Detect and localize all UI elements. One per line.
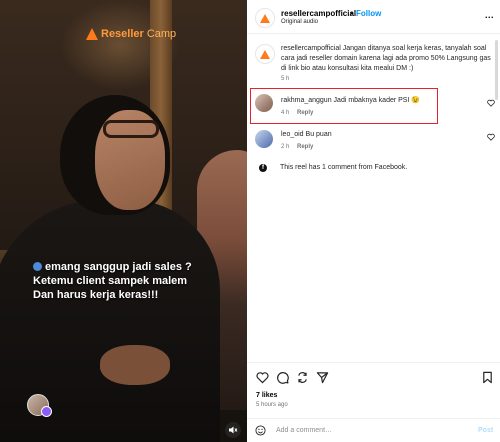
video-caption: emang sanggup jadi sales ? Ketemu client… [33,260,233,302]
emoji-icon[interactable] [255,425,266,436]
comments-panel: resellercampofficial • Follow Original a… [247,0,500,442]
more-options-button[interactable]: ... [485,10,494,20]
comment-username[interactable]: leo_oid [281,131,304,138]
comment-time: 2 h [281,144,290,150]
comment-meta: 2 h Reply [281,144,313,150]
heart-icon[interactable] [256,371,269,384]
caption-line-1: emang sanggup jadi sales ? [33,260,233,274]
facebook-comments-note[interactable]: This reel has 1 comment from Facebook. [280,164,407,171]
highlight-box [250,88,438,124]
likes-count[interactable]: 7 likes [256,392,277,399]
comment-time: 4 h [281,110,290,116]
brand-name: Reseller [101,28,144,40]
comment-avatar[interactable] [255,44,275,64]
video-brand-watermark: Reseller Camp [86,28,176,40]
facebook-icon: f [259,164,267,172]
caption-dot-icon [33,262,42,271]
comment-body: leo_oid Bu puan [281,130,441,140]
caption-line-2: Ketemu client sampek malem [33,275,188,287]
comment-avatar[interactable] [255,130,273,148]
mute-button[interactable] [225,422,241,438]
speaker-muted-icon [229,426,238,434]
reel-video[interactable]: Reseller Camp emang sanggup jadi sales ?… [0,0,247,442]
comment-username[interactable]: resellercampofficial [281,45,341,52]
comment-body: resellercampofficial Jangan ditanya soal… [281,44,491,74]
like-comment-heart-icon[interactable] [487,99,495,107]
comment-meta: 5 h [281,76,289,82]
person-glasses [103,120,159,138]
comment-avatar[interactable] [255,94,273,112]
audio-label[interactable]: Original audio [281,19,318,25]
comment-text: Bu puan [305,131,332,138]
like-comment-heart-icon[interactable] [487,133,495,141]
post-header: resellercampofficial • Follow Original a… [247,0,500,34]
comment-input[interactable]: Add a comment… [276,427,332,434]
author-username[interactable]: resellercampofficial [281,9,356,18]
person-hand [100,345,170,385]
add-comment-bar: Add a comment… Post [247,418,500,442]
header-separator: • [350,9,353,18]
follow-button[interactable]: Follow [356,9,381,18]
comment-meta: 4 h Reply [281,110,313,116]
post-time-ago: 5 hours ago [256,402,288,408]
send-icon[interactable] [316,371,329,384]
reply-button[interactable]: Reply [297,144,313,150]
bookmark-icon[interactable] [481,371,494,384]
comment-body: rakhma_anggun Jadi mbaknya kader PSI 😉 [281,96,441,106]
action-bar [247,362,500,390]
brand-logo-icon [86,28,98,40]
brand-suffix: Camp [146,28,177,40]
post-button[interactable]: Post [478,427,493,434]
audio-badge-icon[interactable] [41,406,52,417]
caption-line-3: Dan harus kerja keras!!! [33,289,159,301]
brand-logo-icon [260,49,270,59]
comment-time: 5 h [281,76,290,82]
comment-icon[interactable] [276,371,289,384]
author-avatar[interactable] [255,8,275,28]
share-icon[interactable] [296,371,309,384]
brand-logo-icon [260,13,270,23]
reply-button[interactable]: Reply [297,110,313,116]
scrollbar[interactable] [495,40,498,100]
comment-text: Jadi mbaknya kader PSI 😉 [333,97,421,104]
comment-username[interactable]: rakhma_anggun [281,97,332,104]
